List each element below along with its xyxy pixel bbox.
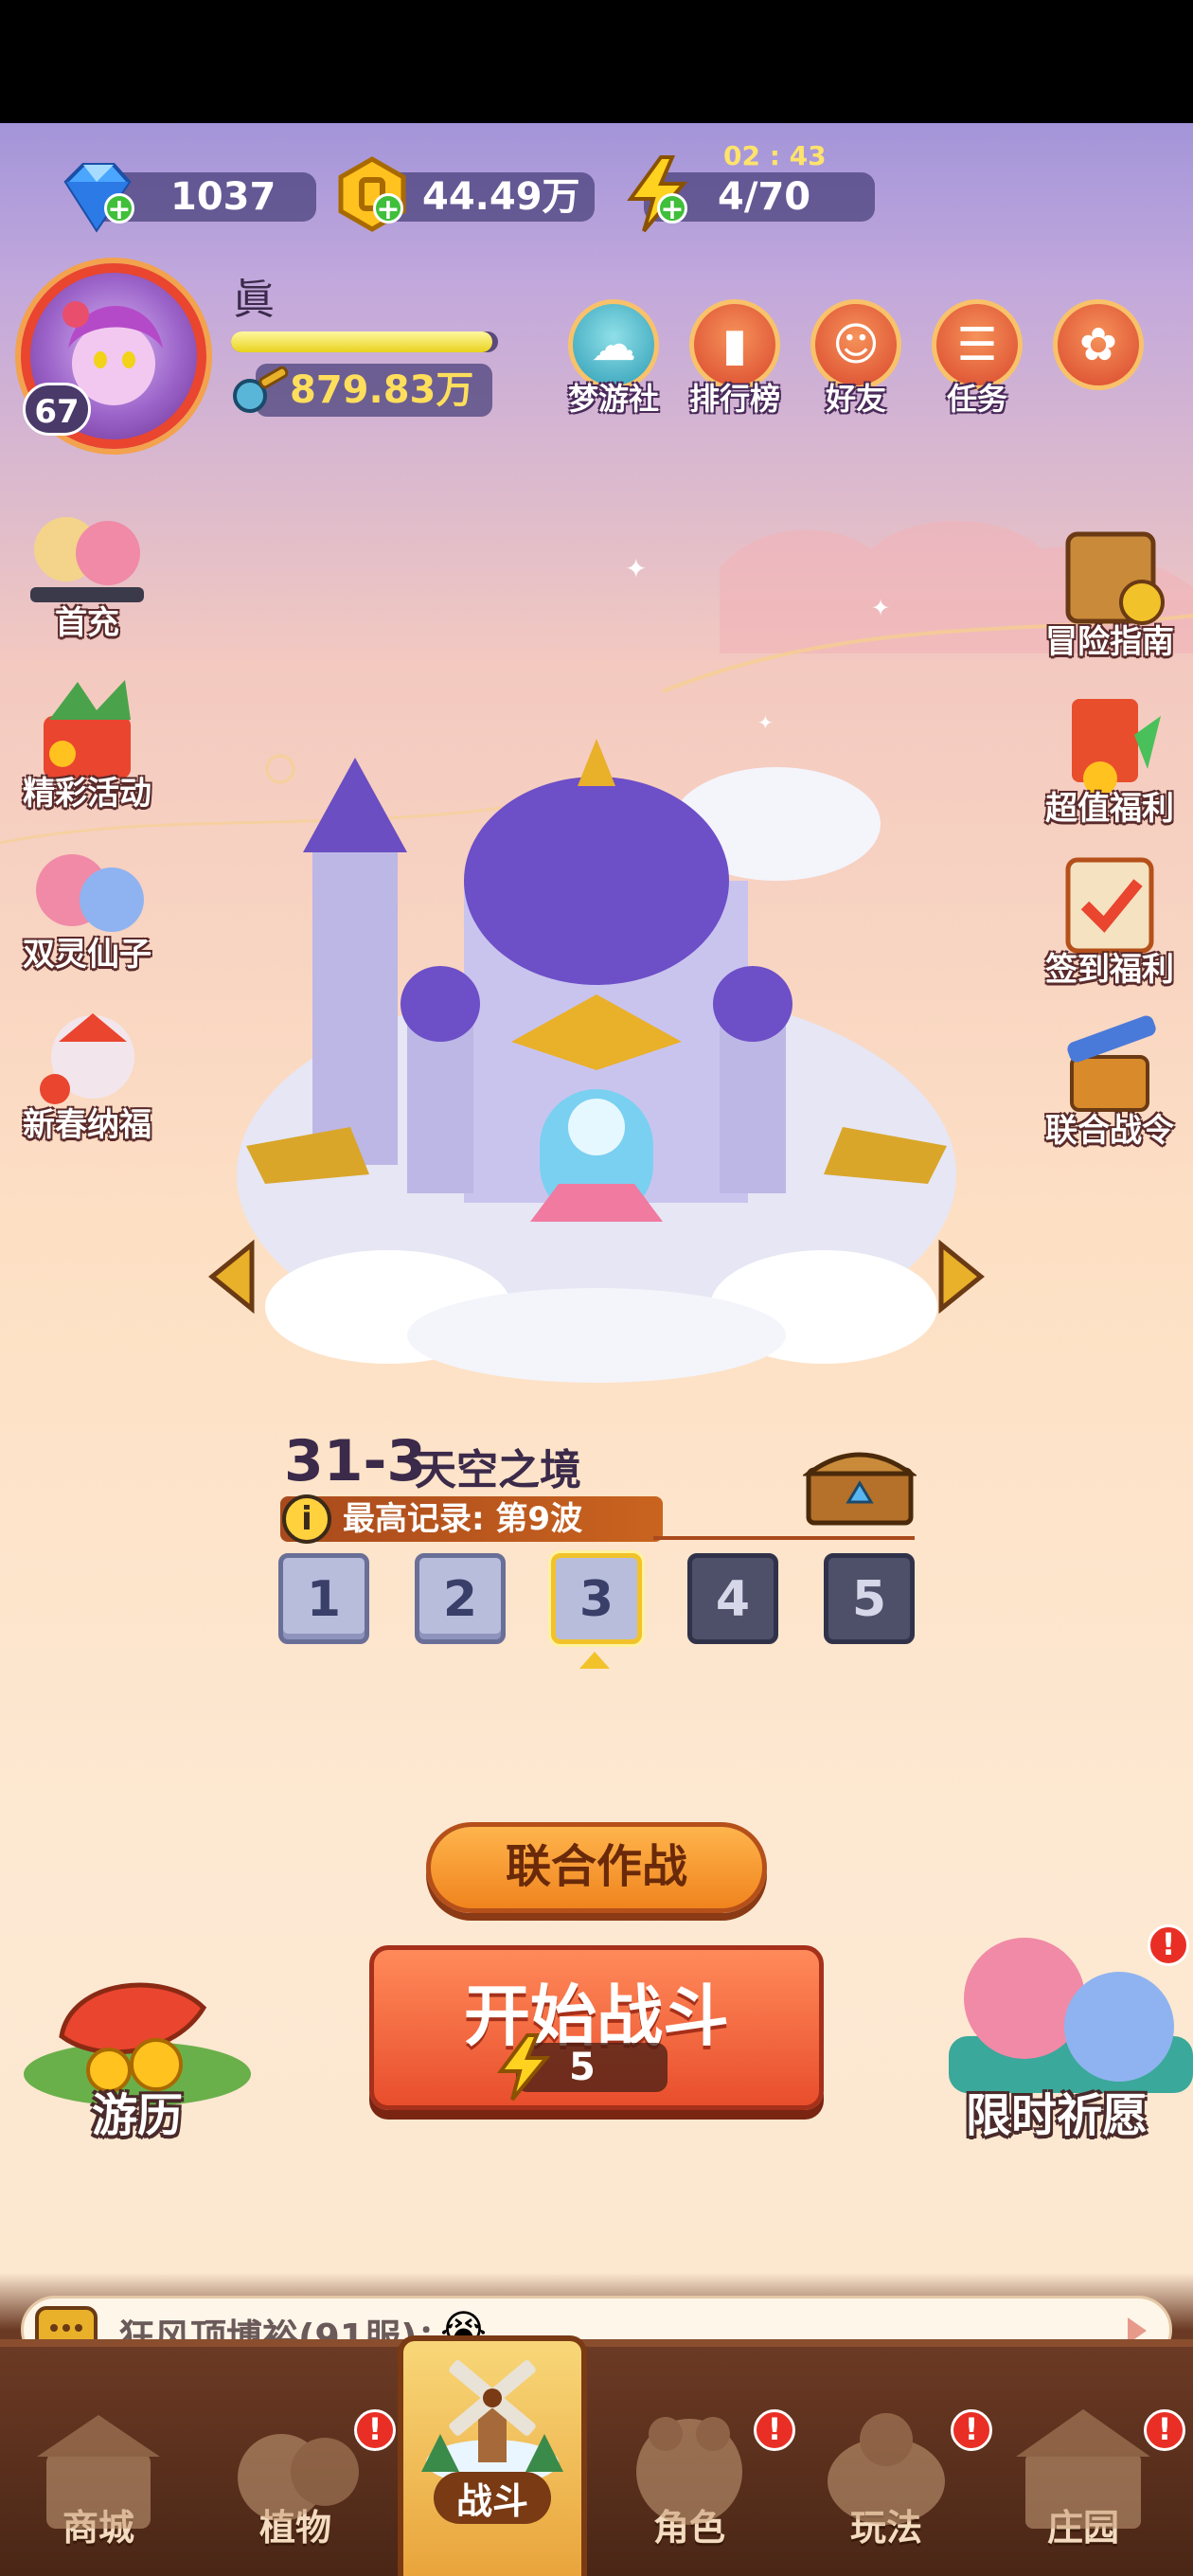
menu-leaderboard[interactable]: ▮ 排行榜 [684, 299, 786, 419]
current-wave-pointer [579, 1652, 610, 1669]
manor-icon [1016, 2409, 1150, 2529]
svg-text:✦: ✦ [871, 595, 890, 621]
nav-label: 战斗 [433, 2472, 551, 2524]
stage-castle-illustration [237, 739, 956, 1383]
gameplay-alert-icon: ! [951, 2409, 992, 2451]
record-divider [653, 1536, 915, 1540]
svg-text:✦: ✦ [625, 553, 647, 584]
side-adventure-guide[interactable]: 冒险指南 [1024, 511, 1193, 662]
menu-label: 好友 [825, 381, 886, 417]
gameplay-icon [828, 2413, 945, 2525]
best-record: 最高记录: 第9波 [280, 1496, 663, 1542]
add-coins-icon[interactable]: + [373, 193, 403, 224]
menu-friends[interactable]: ☺ 好友 [805, 299, 907, 419]
wave-4[interactable]: 4 [687, 1553, 778, 1644]
lightning-icon [627, 155, 688, 233]
info-icon[interactable]: i [282, 1494, 331, 1544]
plants-icon [238, 2434, 359, 2521]
joint-battle-button[interactable]: 联合作战 [426, 1822, 767, 1913]
wave-2[interactable]: 2 [415, 1553, 506, 1644]
power-key-icon [233, 366, 289, 413]
side-label: 双灵仙子 [23, 936, 151, 974]
side-label: 超值福利 [1045, 790, 1174, 828]
xp-bar [231, 331, 498, 352]
next-stage-arrow-icon[interactable] [932, 1239, 988, 1315]
level-badge: 67 [23, 383, 91, 436]
battle-windmill-icon [421, 2360, 563, 2485]
menu-tasks[interactable]: ☰ 任务 [926, 299, 1028, 419]
coin-icon [338, 156, 406, 232]
travel-button[interactable]: 游历 [9, 1932, 265, 2144]
side-check-in[interactable]: 签到福利 [1024, 839, 1193, 990]
side-events[interactable]: 精彩活动 [2, 663, 172, 814]
previous-stage-arrow-icon[interactable] [205, 1239, 261, 1315]
side-label: 冒险指南 [1045, 623, 1174, 661]
side-label: 联合战令 [1045, 1112, 1174, 1150]
menu-label: 排行榜 [688, 381, 780, 417]
energy-timer: 02 : 43 [723, 140, 827, 171]
characters-icon [636, 2417, 742, 2525]
side-battle-pass[interactable]: 联合战令 [1024, 1000, 1193, 1151]
more-menu-icon: ✿ [1053, 299, 1144, 390]
status-bar [0, 0, 1193, 123]
wave-1[interactable]: 1 [278, 1553, 369, 1644]
menu-more[interactable]: ✿ [1047, 299, 1149, 390]
side-label: 新春纳福 [23, 1106, 151, 1144]
manor-alert-icon: ! [1144, 2409, 1185, 2451]
lightning-icon [497, 2033, 551, 2102]
characters-alert-icon: ! [754, 2409, 795, 2451]
shop-icon [37, 2415, 160, 2529]
side-label: 签到福利 [1045, 951, 1174, 989]
stage-name: 天空之境 [415, 1446, 581, 1494]
side-spring-festival[interactable]: 新春纳福 [2, 994, 172, 1145]
limited-wish-alert-icon: ! [1148, 1924, 1189, 1966]
plants-alert-icon: ! [354, 2409, 396, 2451]
nav-shop[interactable]: 商城 [4, 2396, 193, 2576]
side-label: 精彩活动 [23, 775, 151, 813]
xp-bar-fill [231, 331, 493, 352]
add-gems-icon[interactable]: + [104, 193, 134, 224]
menu-label: 任务 [946, 381, 1007, 417]
add-energy-icon[interactable]: + [657, 193, 687, 224]
menu-label: 梦游社 [567, 381, 659, 417]
wave-3[interactable]: 3 [551, 1553, 642, 1644]
wave-5[interactable]: 5 [824, 1553, 915, 1644]
side-value-rewards[interactable]: 超值福利 [1024, 678, 1193, 829]
side-first-recharge[interactable]: 首充 [2, 492, 172, 643]
menu-dream-club[interactable]: ☁ 梦游社 [562, 299, 665, 419]
treasure-chest-icon[interactable] [803, 1441, 917, 1529]
start-battle-button[interactable]: 开始战斗 5 [369, 1945, 824, 2110]
player-name: 眞 [233, 276, 275, 324]
nav-battle[interactable]: 战斗 [398, 2335, 587, 2576]
side-twin-fairy[interactable]: 双灵仙子 [2, 824, 172, 975]
stage-number: 31-3 [284, 1428, 427, 1494]
